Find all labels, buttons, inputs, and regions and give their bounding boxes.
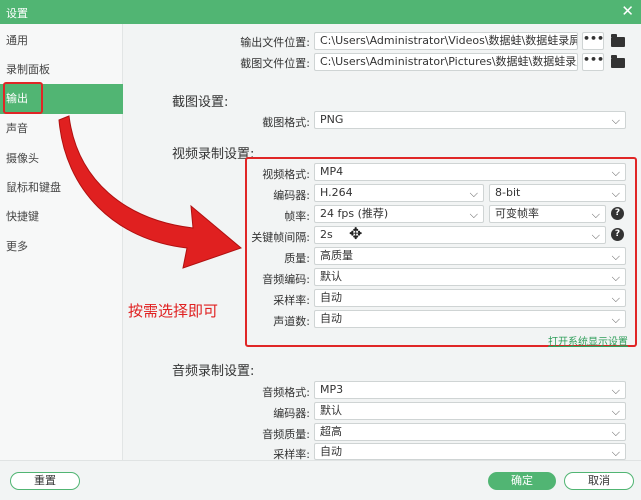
audio-quality-label: 音频质量: — [262, 428, 310, 441]
chevron-down-icon: ⌵ — [469, 208, 478, 221]
channels-label: 声道数: — [273, 315, 310, 328]
output-path-label: 输出文件位置: — [240, 36, 310, 49]
chevron-down-icon: ⌵ — [611, 426, 620, 439]
open-system-display-link[interactable]: 打开系统显示设置 — [548, 333, 628, 348]
audio-encoder-value: 默认 — [320, 404, 342, 417]
chevron-down-icon: ⌵ — [611, 114, 620, 127]
video-format-select[interactable]: MP4 ⌵ — [314, 163, 626, 181]
screenshot-format-value: PNG — [320, 113, 344, 126]
title-bar: 设置 ✕ — [0, 0, 641, 24]
move-cursor-icon: ✥ — [349, 224, 363, 243]
framerate-value: 24 fps (推荐) — [320, 207, 389, 220]
chevron-down-icon: ⌵ — [469, 187, 478, 200]
quality-value: 高质量 — [320, 249, 353, 262]
annotation-note: 按需选择即可 — [128, 302, 219, 320]
keyframe-help-icon[interactable]: ? — [611, 228, 624, 241]
channels-value: 自动 — [320, 312, 342, 325]
ok-button[interactable]: 确定 — [488, 472, 556, 490]
screenshot-browse-button[interactable]: ••• — [582, 53, 604, 71]
output-browse-button[interactable]: ••• — [582, 32, 604, 50]
audio-encoder-select[interactable]: 默认 ⌵ — [314, 402, 626, 420]
bitdepth-select[interactable]: 8-bit ⌵ — [489, 184, 626, 202]
video-format-value: MP4 — [320, 165, 344, 178]
audio-codec-value: 默认 — [320, 270, 342, 283]
chevron-down-icon: ⌵ — [611, 166, 620, 179]
screenshot-format-select[interactable]: PNG ⌵ — [314, 111, 626, 129]
framerate-mode-select[interactable]: 可变帧率 ⌵ — [489, 205, 606, 223]
audio-settings-title: 音频录制设置: — [172, 364, 255, 379]
screenshot-folder-icon[interactable] — [611, 55, 625, 68]
quality-select[interactable]: 高质量 ⌵ — [314, 247, 626, 265]
chevron-down-icon: ⌵ — [611, 313, 620, 326]
chevron-down-icon: ⌵ — [611, 405, 620, 418]
audio-format-select[interactable]: MP3 ⌵ — [314, 381, 626, 399]
highlight-output-box — [3, 82, 43, 114]
chevron-down-icon: ⌵ — [591, 208, 600, 221]
audio-codec-select[interactable]: 默认 ⌵ — [314, 268, 626, 286]
bitdepth-value: 8-bit — [495, 186, 521, 199]
chevron-down-icon: ⌵ — [611, 271, 620, 284]
output-path-field[interactable]: C:\Users\Administrator\Videos\数据蛙\数据蛙录屏软… — [314, 32, 578, 50]
audio-codec-label: 音频编码: — [262, 273, 310, 286]
reset-button[interactable]: 重置 — [10, 472, 80, 490]
chevron-down-icon: ⌵ — [611, 446, 620, 459]
audio-samplerate-value: 自动 — [320, 445, 342, 458]
encoder-value: H.264 — [320, 186, 353, 199]
audio-format-label: 音频格式: — [262, 386, 310, 399]
sidebar-item-record-panel[interactable]: 录制面板 — [0, 55, 123, 85]
framerate-mode-value: 可变帧率 — [495, 207, 539, 220]
audio-quality-select[interactable]: 超高 ⌵ — [314, 423, 626, 441]
audio-encoder-label: 编码器: — [273, 407, 310, 420]
keyframe-value: 2s — [320, 228, 333, 241]
chevron-down-icon: ⌵ — [611, 250, 620, 263]
video-samplerate-select[interactable]: 自动 ⌵ — [314, 289, 626, 307]
screenshot-settings-title: 截图设置: — [172, 95, 229, 110]
screenshot-path-field[interactable]: C:\Users\Administrator\Pictures\数据蛙\数据蛙录… — [314, 53, 578, 71]
screenshot-path-label: 截图文件位置: — [240, 57, 310, 70]
video-samplerate-value: 自动 — [320, 291, 342, 304]
video-samplerate-label: 采样率: — [273, 294, 310, 307]
sidebar-item-general[interactable]: 通用 — [0, 26, 123, 56]
audio-quality-value: 超高 — [320, 425, 342, 438]
audio-format-value: MP3 — [320, 383, 344, 396]
chevron-down-icon: ⌵ — [611, 292, 620, 305]
chevron-down-icon: ⌵ — [611, 187, 620, 200]
audio-samplerate-select[interactable]: 自动 ⌵ — [314, 443, 626, 460]
framerate-select[interactable]: 24 fps (推荐) ⌵ — [314, 205, 484, 223]
annotation-arrow — [58, 115, 242, 269]
encoder-select[interactable]: H.264 ⌵ — [314, 184, 484, 202]
chevron-down-icon: ⌵ — [591, 229, 600, 242]
footer: 重置 确定 取消 — [0, 460, 641, 500]
chevron-down-icon: ⌵ — [611, 384, 620, 397]
close-icon[interactable]: ✕ — [621, 2, 634, 20]
window-title: 设置 — [6, 7, 28, 20]
cancel-button[interactable]: 取消 — [564, 472, 634, 490]
framerate-help-icon[interactable]: ? — [611, 207, 624, 220]
channels-select[interactable]: 自动 ⌵ — [314, 310, 626, 328]
output-folder-icon[interactable] — [611, 34, 625, 47]
